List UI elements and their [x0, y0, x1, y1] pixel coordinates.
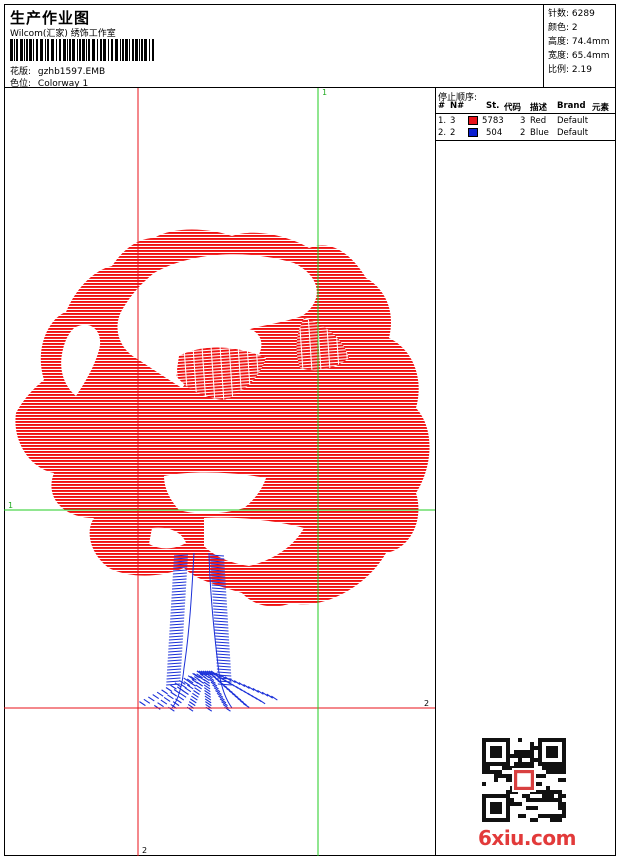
stop-row: 1. 3 5783 3 Red Default [438, 116, 589, 126]
spec-height: 高度: 74.4mm [548, 37, 610, 47]
col-element: 元素 [592, 103, 610, 113]
guide-marker-red-right: 2 [424, 699, 430, 708]
barcode [10, 39, 154, 61]
spec-stitches: 针数: 6289 [548, 9, 595, 19]
col-stitches: St. [486, 101, 500, 111]
header-panel: 生产作业图 Wilcom(汇家) 绣饰工作室 花版: gzhb1597.EMB … [4, 4, 544, 89]
spec-panel: 针数: 6289 颜色: 2 高度: 74.4mm 宽度: 65.4mm 比例:… [544, 4, 616, 88]
spec-width: 宽度: 65.4mm [548, 51, 610, 61]
embroidery-preview [4, 88, 435, 856]
color-swatch-red [468, 116, 478, 125]
guide-marker-red-bottom: 2 [142, 846, 148, 855]
col-brand: Brand [557, 101, 586, 111]
col-needle: N# [450, 101, 465, 111]
guide-marker-green-left: 1 [8, 501, 14, 510]
col-code: 代码 [504, 103, 522, 113]
stop-table-header: # N# St. 代码 描述 Brand 元素 [436, 101, 616, 114]
color-swatch-blue [468, 128, 478, 137]
design-canvas: 1 1 2 2 [4, 88, 436, 856]
spec-colors: 颜色: 2 [548, 23, 578, 33]
watermark-logo: 6xiu.com [478, 826, 576, 850]
table-divider [436, 140, 616, 141]
col-description: 描述 [530, 103, 548, 113]
guide-marker-green-top: 1 [322, 88, 328, 97]
qr-code [482, 738, 566, 822]
page-title: 生产作业图 [10, 9, 91, 27]
spec-scale: 比例: 2.19 [548, 65, 592, 75]
stop-row: 2. 2 504 2 Blue Default [438, 128, 589, 138]
col-index: # [438, 101, 446, 111]
studio-subtitle: Wilcom(汇家) 绣饰工作室 [10, 29, 116, 39]
